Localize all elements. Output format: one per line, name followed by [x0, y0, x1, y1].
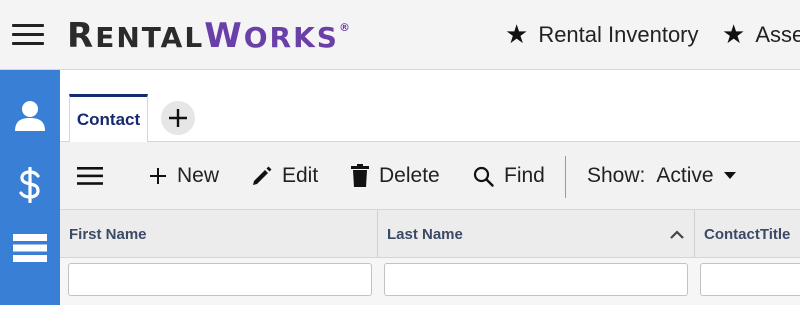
- logo-works-rest: ORKS: [243, 21, 339, 54]
- delete-button-label: Delete: [379, 164, 440, 187]
- first-name-filter-input[interactable]: [68, 263, 372, 296]
- sidebar-item-contacts[interactable]: [0, 86, 60, 146]
- menu-icon: [13, 312, 47, 319]
- toolbar: New Edit Delete Find Show: Active: [60, 142, 800, 210]
- nav-rental-inventory-label: Rental Inventory: [538, 22, 699, 47]
- find-button-label: Find: [504, 164, 545, 187]
- column-header-first-name[interactable]: First Name: [60, 210, 378, 258]
- hamburger-icon: [77, 167, 103, 185]
- last-name-filter-input[interactable]: [384, 263, 688, 296]
- plus-icon: [150, 168, 166, 184]
- plus-icon: [169, 109, 187, 127]
- tab-contact-label: Contact: [76, 110, 141, 129]
- tab-contact[interactable]: Contact: [69, 94, 148, 143]
- nav-assets[interactable]: ★ Asse: [722, 20, 800, 50]
- sidebar: [0, 70, 60, 319]
- new-button-label: New: [177, 164, 220, 187]
- contact-title-filter-input[interactable]: [700, 263, 800, 296]
- storage-icon: [13, 234, 47, 262]
- toolbar-menu-button[interactable]: [77, 160, 103, 192]
- logo-rental-initial: R: [67, 16, 96, 56]
- registered-mark: ®: [338, 21, 350, 34]
- main-menu-icon[interactable]: [12, 24, 44, 46]
- new-button[interactable]: New: [149, 160, 219, 192]
- sort-ascending-icon: [670, 230, 684, 239]
- star-icon: ★: [505, 20, 529, 50]
- find-button[interactable]: Find: [473, 160, 545, 192]
- caret-down-icon: [723, 172, 736, 179]
- show-value: Active: [656, 164, 714, 187]
- search-icon: [473, 166, 494, 187]
- nav-assets-label: Asse: [755, 22, 800, 47]
- edit-button-label: Edit: [282, 164, 319, 187]
- pencil-icon: [253, 166, 272, 185]
- nav-rental-inventory[interactable]: ★ Rental Inventory: [505, 20, 699, 50]
- main-content: Contact New Edit Delete Find Show: Activ…: [60, 70, 800, 305]
- toolbar-divider: [565, 156, 566, 198]
- app-header: RENTALWORKS® ★ Rental Inventory ★ Asse: [0, 0, 800, 70]
- sidebar-item-more[interactable]: [0, 275, 60, 335]
- add-tab-button[interactable]: [161, 101, 195, 135]
- column-header-last-name-label: Last Name: [387, 225, 463, 243]
- column-header-contact-title[interactable]: ContactTitle: [695, 210, 800, 258]
- rentalworks-logo[interactable]: RENTALWORKS®: [67, 17, 350, 61]
- person-icon: [15, 101, 45, 131]
- column-header-contact-title-label: ContactTitle: [704, 225, 791, 243]
- sidebar-item-billing[interactable]: [0, 155, 60, 215]
- grid-header: First Name Last Name ContactTitle: [60, 210, 800, 258]
- column-header-first-name-label: First Name: [69, 225, 147, 243]
- sidebar-item-storage[interactable]: [0, 218, 60, 278]
- tab-bar: Contact: [60, 70, 800, 143]
- column-header-last-name[interactable]: Last Name: [378, 210, 695, 258]
- dollar-icon: [19, 167, 40, 203]
- trash-icon: [351, 164, 369, 187]
- delete-button[interactable]: Delete: [351, 160, 440, 192]
- logo-works-initial: W: [204, 16, 244, 56]
- edit-button[interactable]: Edit: [251, 160, 318, 192]
- show-label: Show:: [587, 164, 646, 187]
- grid-filter-row: [60, 258, 800, 305]
- show-filter-dropdown[interactable]: Show: Active: [587, 160, 736, 192]
- logo-rental-rest: ENTAL: [95, 21, 205, 54]
- star-icon: ★: [722, 20, 746, 50]
